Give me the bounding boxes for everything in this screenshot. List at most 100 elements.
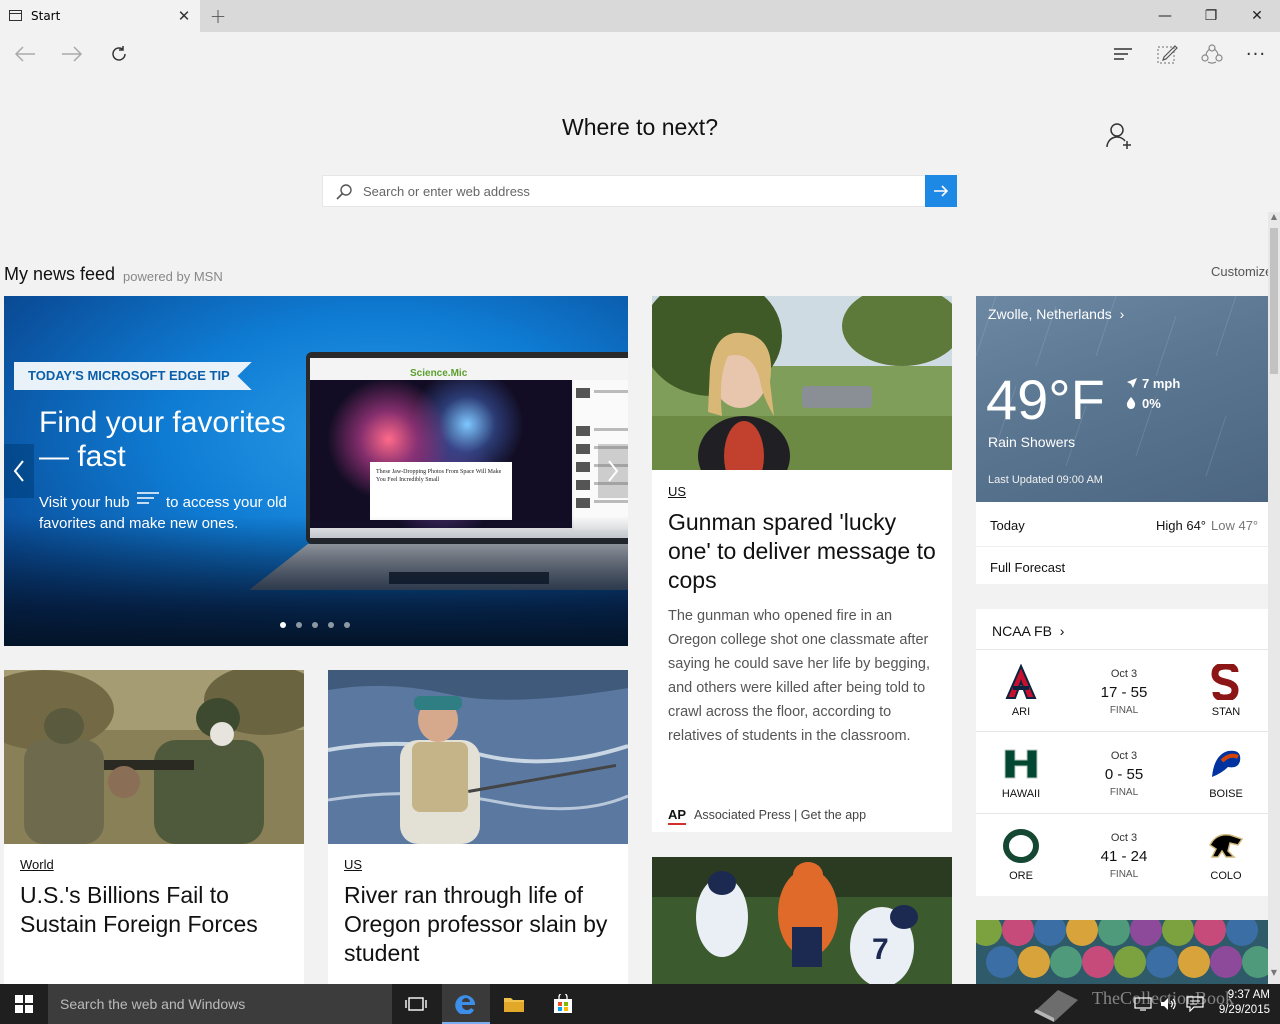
file-explorer-button[interactable]: [490, 984, 538, 1024]
share-button[interactable]: [1197, 40, 1227, 68]
game-status: FINAL: [1109, 787, 1139, 798]
weather-panel: Zwolle, Netherlands › 49°F 7 mph 0% Rain…: [976, 296, 1268, 502]
refresh-icon: [112, 46, 126, 61]
tip-badge: TODAY'S MICROSOFT EDGE TIP: [14, 362, 252, 390]
carousel-dot[interactable]: [328, 622, 334, 628]
site-logo: Science.Mic: [410, 368, 468, 379]
search-icon: [336, 184, 352, 200]
article-summary: The gunman who opened fire in an Oregon …: [668, 608, 930, 744]
weather-updated: Last Updated 09:00 AM: [988, 474, 1103, 486]
tip-carousel[interactable]: Science.Mic These Jaw-Dropping Photos Fr…: [4, 296, 628, 646]
carousel-dot[interactable]: [296, 622, 302, 628]
game-row[interactable]: ARI Oct 3 17 - 55 FINAL STAN: [976, 649, 1268, 731]
search-go-button[interactable]: [925, 175, 957, 207]
stanford-logo: [1206, 664, 1246, 700]
carousel-dot[interactable]: [280, 622, 286, 628]
news-card[interactable]: US Gunman spared 'lucky one' to deliver …: [652, 296, 952, 832]
page-title: Where to next?: [562, 114, 718, 140]
oregon-logo: [1001, 828, 1041, 864]
article-category[interactable]: US: [344, 857, 362, 872]
article-headline[interactable]: Gunman spared 'lucky one' to deliver mes…: [668, 508, 938, 595]
book-watermark-icon: [1034, 990, 1078, 1022]
customize-link[interactable]: Customize: [1211, 264, 1268, 279]
news-card[interactable]: World U.S.'s Billions Fail to Sustain Fo…: [4, 670, 304, 984]
scroll-thumb[interactable]: [1270, 228, 1278, 374]
game-row[interactable]: HAWAII Oct 3 0 - 55 FINAL BOISE: [976, 731, 1268, 813]
carousel-next-button[interactable]: [598, 444, 628, 498]
edge-app-button[interactable]: [442, 984, 490, 1024]
taskbar-search[interactable]: Search the web and Windows: [48, 984, 392, 1024]
article-source[interactable]: Associated Press | Get the app: [694, 808, 866, 822]
close-window-button[interactable]: ✕: [1234, 0, 1280, 32]
weather-card[interactable]: Zwolle, Netherlands › 49°F 7 mph 0% Rain…: [976, 296, 1268, 584]
article-category[interactable]: US: [668, 484, 686, 499]
news-card[interactable]: US River ran through life of Oregon prof…: [328, 670, 628, 984]
chevron-left-icon: [13, 460, 24, 482]
web-note-button[interactable]: [1152, 40, 1182, 68]
scroll-up-icon[interactable]: ▲: [1268, 212, 1280, 226]
tab-start[interactable]: Start ✕: [0, 0, 200, 32]
article-headline[interactable]: U.S.'s Billions Fail to Sustain Foreign …: [20, 881, 300, 939]
article-photo: [328, 670, 628, 844]
forward-button[interactable]: [57, 40, 87, 68]
forecast-today-label: Today: [990, 518, 1025, 533]
clock[interactable]: 9:37 AM 9/29/2015: [1212, 988, 1270, 1018]
minimize-button[interactable]: —: [1142, 0, 1188, 32]
volume-tray-icon[interactable]: [1160, 996, 1178, 1012]
hub-button[interactable]: [1108, 40, 1138, 68]
new-tab-button[interactable]: +: [208, 4, 228, 28]
game-date: Oct 3: [1110, 750, 1138, 762]
team-abbr: COLO: [1210, 870, 1242, 882]
task-view-button[interactable]: [392, 984, 440, 1024]
article-headline[interactable]: River ran through life of Oregon profess…: [344, 881, 624, 968]
arrow-right-icon: [934, 185, 949, 197]
add-user-icon: [1106, 123, 1131, 149]
full-forecast-link[interactable]: Full Forecast: [990, 560, 1065, 575]
game-row[interactable]: ORE Oct 3 41 - 24 FINAL COLO: [976, 813, 1268, 895]
raindrop-icon: [1126, 397, 1136, 409]
arizona-logo: [1001, 664, 1041, 700]
article-photo: [652, 296, 952, 470]
ncaa-title-link[interactable]: NCAA FB ›: [992, 623, 1064, 639]
page-icon: [9, 10, 22, 21]
hawaii-logo: [1001, 746, 1041, 782]
news-card[interactable]: [976, 920, 1268, 984]
tab-bar: Start ✕ + — ❐ ✕: [0, 0, 1280, 32]
game-date: Oct 3: [1110, 832, 1138, 844]
carousel-dot[interactable]: [344, 622, 350, 628]
start-button[interactable]: [0, 984, 48, 1024]
restore-button[interactable]: ❐: [1188, 0, 1234, 32]
game-date: Oct 3: [1110, 668, 1138, 680]
ap-logo: AP: [668, 807, 687, 825]
colorado-logo: [1206, 828, 1246, 864]
news-card[interactable]: 7: [652, 857, 952, 984]
laptop-screen-content: Science.Mic These Jaw-Dropping Photos Fr…: [310, 358, 628, 538]
close-tab-icon[interactable]: ✕: [176, 7, 192, 25]
carousel-dot[interactable]: [312, 622, 318, 628]
article-category[interactable]: World: [20, 857, 54, 872]
carousel-prev-button[interactable]: [4, 444, 34, 498]
back-button[interactable]: [10, 40, 40, 68]
search-input[interactable]: [363, 176, 923, 206]
game-status: FINAL: [1109, 705, 1139, 716]
news-feed-title: My news feed: [4, 264, 116, 284]
refresh-button[interactable]: [104, 40, 134, 68]
game-score: 0 - 55: [1104, 766, 1144, 783]
network-tray-icon[interactable]: [1134, 996, 1152, 1012]
team-abbr: ARI: [1011, 706, 1031, 718]
search-box: [322, 175, 926, 207]
weather-temperature: 49°F: [986, 368, 1105, 431]
action-center-tray-icon[interactable]: [1186, 996, 1204, 1012]
chevron-right-icon: ›: [1059, 623, 1065, 639]
add-account-button[interactable]: [1104, 120, 1136, 152]
store-button[interactable]: [539, 984, 587, 1024]
ncaa-scores-card[interactable]: NCAA FB › ARI Oct 3 17 - 55 FINAL STAN H…: [976, 609, 1268, 896]
store-icon: [554, 994, 572, 1013]
more-actions-button[interactable]: ···: [1241, 40, 1271, 68]
scroll-down-icon[interactable]: ▼: [1268, 968, 1280, 982]
weather-location-link[interactable]: Zwolle, Netherlands ›: [988, 306, 1124, 322]
team-abbr: ORE: [1009, 870, 1033, 882]
hub-icon: [136, 492, 159, 504]
taskbar: Search the web and Windows TheCollection…: [0, 984, 1280, 1024]
article-photo: [976, 920, 1268, 984]
